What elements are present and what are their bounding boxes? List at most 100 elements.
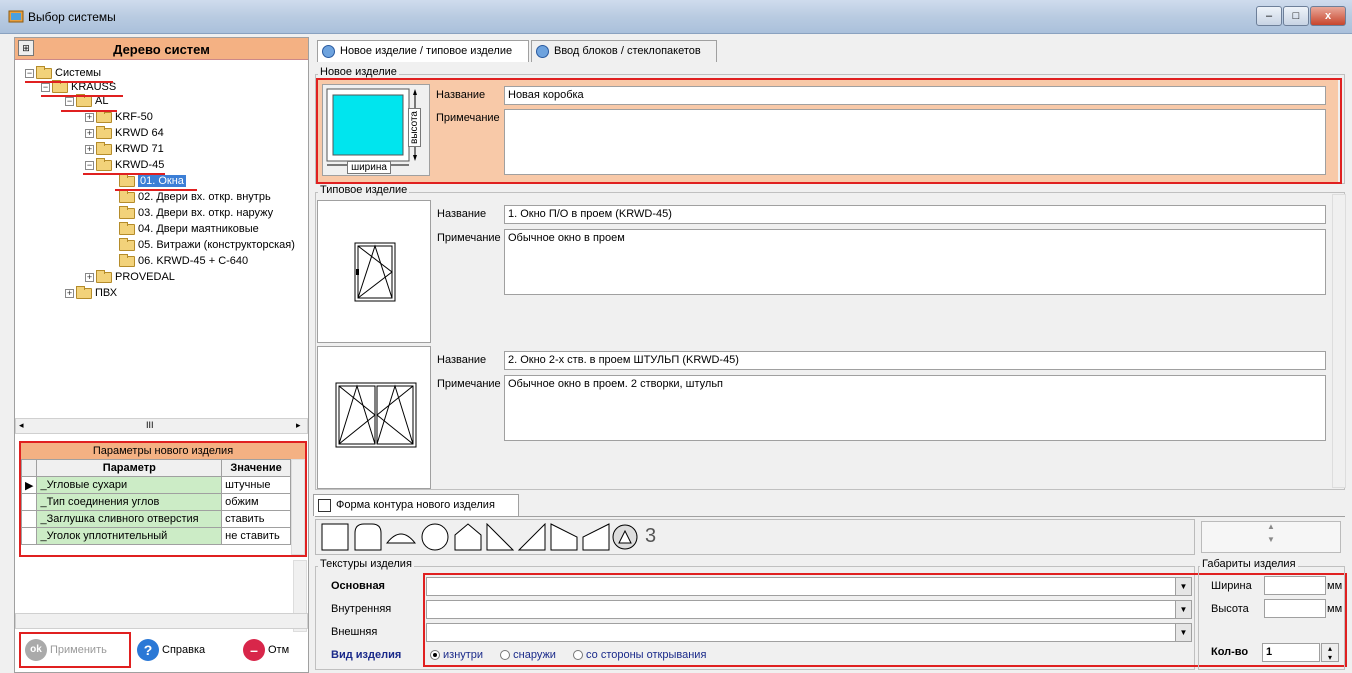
col-value: Значение: [221, 459, 291, 477]
typical-name-input[interactable]: 1. Окно П/О в проем (KRWD-45): [504, 205, 1326, 224]
params-vscrollbar[interactable]: [291, 459, 305, 555]
typical-note-textarea[interactable]: Обычное окно в проем. 2 створки, штульп: [504, 375, 1326, 441]
texture-outer-label: Внешняя: [331, 626, 378, 638]
tree-node-krf50[interactable]: + KRF-50: [85, 109, 153, 124]
tree-node-doors-out[interactable]: 03. Двери вх. откр. наружу: [119, 205, 273, 220]
tree-hscrollbar[interactable]: ◂ III ▸: [15, 418, 308, 434]
shape-triangle-right-icon: [517, 523, 546, 551]
tree-node-krwd45[interactable]: − KRWD-45: [85, 157, 164, 172]
folder-icon: [76, 285, 92, 299]
close-button[interactable]: x: [1310, 6, 1346, 26]
folder-icon: [119, 237, 135, 251]
dims-height-input[interactable]: [1264, 599, 1326, 618]
contour-scroll[interactable]: ▲ ▼: [1201, 521, 1341, 553]
left-hscrollbar[interactable]: [15, 613, 308, 629]
app-icon: [8, 8, 24, 24]
help-button[interactable]: ? Справка: [137, 636, 205, 664]
typical-item-2-preview[interactable]: [317, 346, 431, 489]
shape-trapezoid-right-icon: [582, 523, 610, 551]
name-label: Название: [436, 89, 486, 101]
shape-arc-icon: [385, 533, 417, 544]
double-window-icon: [335, 382, 417, 448]
expand-icon[interactable]: +: [85, 272, 94, 282]
grid-icon: [318, 499, 331, 512]
shape-round-top-icon: [354, 523, 382, 551]
tab-icon: [536, 45, 549, 58]
note-label: Примечание: [436, 112, 500, 124]
tree-node-krwd64[interactable]: + KRWD 64: [85, 125, 164, 140]
tab-bar: Новое изделие / типовое изделие Ввод бло…: [313, 40, 1352, 62]
minimize-button[interactable]: –: [1256, 6, 1282, 26]
params-panel: Параметры нового изделия Параметр Значен…: [19, 441, 307, 557]
tab-new-item[interactable]: Новое изделие / типовое изделие: [317, 40, 529, 62]
dims-width-label: Ширина: [1211, 580, 1252, 592]
highlight-underline: [25, 81, 113, 83]
row-pointer-icon: ▶: [20, 476, 38, 494]
cancel-icon: –: [243, 639, 265, 662]
folder-icon: [52, 79, 68, 93]
title-bar: Выбор системы – □ x: [0, 0, 1352, 34]
left-panel: ⊞ Дерево систем − Системы − KRAUSS − AL + KR…: [14, 37, 309, 673]
tree-node-doors-in[interactable]: 02. Двери вх. откр. внутрь: [119, 189, 271, 204]
typical-note-label: Примечание: [437, 378, 501, 390]
shape-buttons[interactable]: [321, 523, 641, 553]
note-textarea[interactable]: [504, 109, 1326, 175]
table-row[interactable]: _Заглушка сливного отверстия ставить: [20, 510, 291, 528]
tree-node-okna[interactable]: 01. Окна: [119, 173, 186, 188]
typical-name-input[interactable]: 2. Окно 2-х ств. в проем ШТУЛЬП (KRWD-45…: [504, 351, 1326, 370]
tree-node-provedal[interactable]: + PROVEDAL: [85, 269, 175, 284]
tree-node-doors-swing[interactable]: 04. Двери маятниковые: [119, 221, 259, 236]
maximize-button[interactable]: □: [1283, 6, 1309, 26]
expand-icon[interactable]: +: [65, 288, 74, 298]
tree-node-pvh[interactable]: + ПВХ: [65, 285, 117, 300]
tree-node-krwd45-c640[interactable]: 06. KRWD-45 + C-640: [119, 253, 248, 268]
tree-node-systems[interactable]: − Системы: [25, 65, 101, 80]
folder-icon: [119, 205, 135, 219]
name-input[interactable]: Новая коробка: [504, 86, 1326, 105]
qty-stepper[interactable]: ▴ ▾: [1321, 643, 1339, 662]
texture-inner-label: Внутренняя: [331, 603, 392, 615]
shape-rect-icon: [321, 523, 349, 551]
typical-note-label: Примечание: [437, 232, 501, 244]
cancel-button[interactable]: – Отм: [243, 636, 289, 664]
expand-icon[interactable]: +: [85, 128, 94, 138]
typical-name-label: Название: [437, 354, 487, 366]
dims-group-label: Габариты изделия: [1200, 558, 1298, 570]
dims-width-input[interactable]: [1264, 576, 1326, 595]
collapse-icon[interactable]: −: [41, 82, 50, 92]
collapse-icon[interactable]: −: [85, 160, 94, 170]
folder-icon: [96, 157, 112, 171]
params-title: Параметры нового изделия: [21, 443, 305, 459]
expand-icon[interactable]: +: [85, 144, 94, 154]
folder-icon: [119, 253, 135, 267]
tab-contour[interactable]: Форма контура нового изделия: [313, 494, 519, 516]
shape-triangle-left-icon: [486, 523, 515, 551]
new-item-preview[interactable]: ширина высота: [322, 84, 430, 176]
texture-main-label: Основная: [331, 580, 385, 592]
folder-icon: [76, 93, 92, 107]
collapse-icon[interactable]: −: [25, 68, 34, 78]
height-label: высота: [407, 108, 421, 147]
typical-item-1-preview[interactable]: [317, 200, 431, 343]
dims-height-unit: мм: [1327, 603, 1343, 615]
table-row[interactable]: _Тип соединения углов обжим: [20, 493, 291, 511]
tree-node-vitrage[interactable]: 05. Витражи (конструкторская): [119, 237, 295, 252]
apply-button[interactable]: ok Применить: [25, 636, 107, 664]
expand-icon[interactable]: +: [85, 112, 94, 122]
tab-blocks[interactable]: Ввод блоков / стеклопакетов: [531, 40, 717, 62]
system-tree: − Системы − KRAUSS − AL + KRF-50 + KRWD 64 + K…: [15, 62, 308, 418]
typical-vscrollbar[interactable]: [1332, 194, 1346, 488]
help-icon: ?: [137, 639, 159, 662]
table-row[interactable]: _Уголок уплотнительный не ставить: [20, 527, 291, 545]
collapse-icon[interactable]: −: [65, 96, 74, 106]
tree-title: Дерево систем: [113, 42, 210, 57]
textures-group-label: Текстуры изделия: [318, 558, 414, 570]
typical-note-textarea[interactable]: Обычное окно в проем: [504, 229, 1326, 295]
folder-icon: [36, 65, 52, 79]
tree-node-krwd71[interactable]: + KRWD 71: [85, 141, 164, 156]
folder-icon: [96, 109, 112, 123]
table-row[interactable]: ▶ _Угловые сухари штучные: [20, 476, 291, 494]
qty-input[interactable]: 1: [1262, 643, 1320, 662]
contour-toolbar: 3 ▲ ▼: [315, 516, 1345, 556]
view-label: Вид изделия: [331, 649, 402, 661]
